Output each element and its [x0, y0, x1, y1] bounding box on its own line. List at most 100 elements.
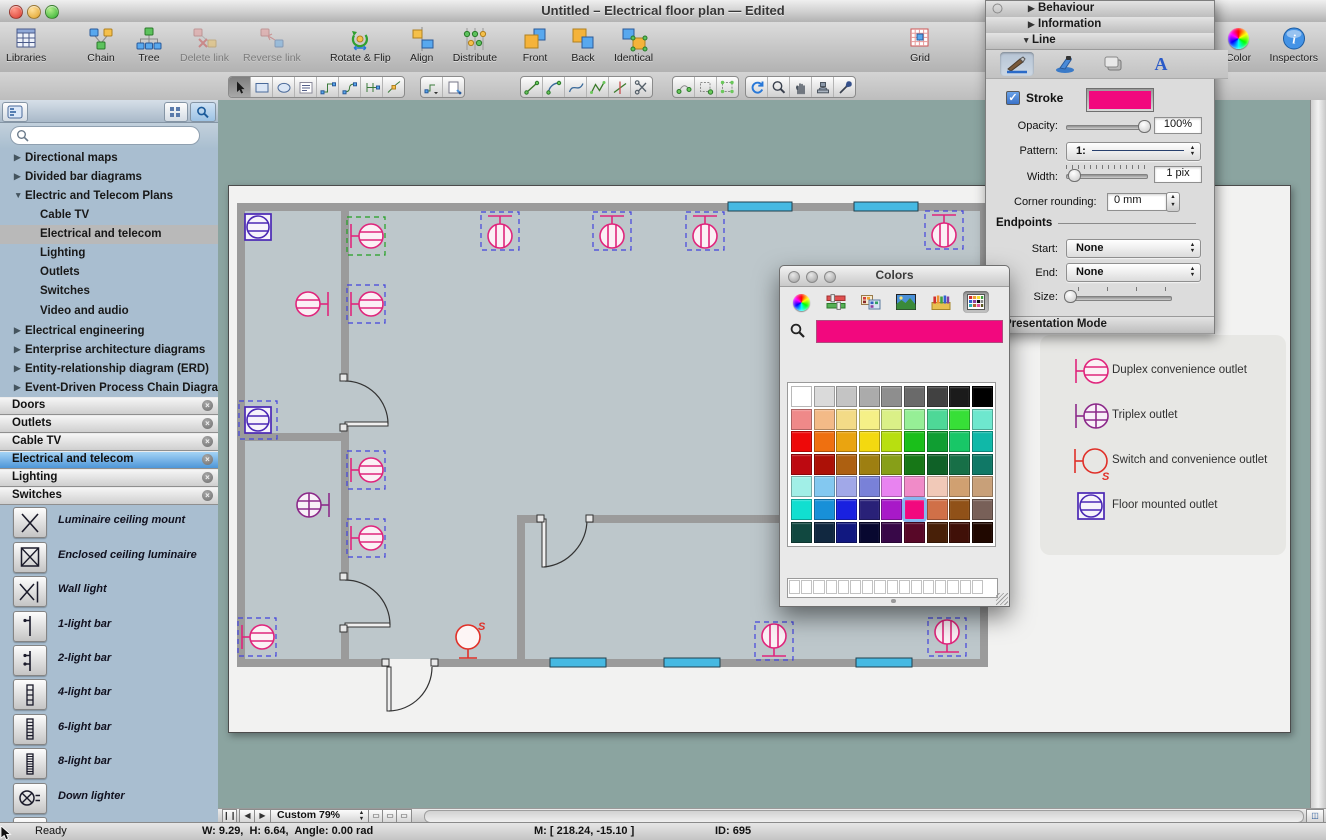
color-swatch[interactable]	[972, 499, 993, 520]
stencil-2-light-bar[interactable]	[13, 645, 47, 676]
drawer-handle[interactable]	[891, 599, 896, 603]
width-slider-thumb[interactable]	[1068, 169, 1081, 182]
stencil-8-light-bar[interactable]	[13, 748, 47, 779]
fill-bucket-icon[interactable]	[1048, 52, 1082, 76]
back-button[interactable]: Back	[566, 25, 600, 64]
color-swatch[interactable]	[972, 386, 993, 407]
pointer-tool[interactable]	[229, 77, 251, 97]
opacity-slider-track[interactable]	[1066, 125, 1148, 130]
grid-button[interactable]: Grid	[903, 25, 937, 64]
connector-menu-tool[interactable]	[421, 77, 443, 97]
start-endpoint-dropdown[interactable]: None▲▼	[1066, 239, 1201, 258]
scissors-tool[interactable]	[631, 77, 652, 97]
color-swatch[interactable]	[949, 431, 970, 452]
color-swatch[interactable]	[949, 386, 970, 407]
recent-color-swatch[interactable]	[947, 580, 958, 594]
next-page-button[interactable]: ▶	[254, 809, 271, 823]
search-view-icon[interactable]	[190, 102, 216, 122]
color-swatch[interactable]	[814, 499, 835, 520]
color-swatch[interactable]	[791, 476, 812, 497]
end-endpoint-dropdown[interactable]: None▲▼	[1066, 263, 1201, 282]
vertical-scrollbar[interactable]	[1310, 100, 1326, 808]
color-swatch[interactable]	[814, 454, 835, 475]
color-swatch[interactable]	[904, 409, 925, 430]
stencil-1-light-bar[interactable]	[13, 611, 47, 642]
tree-view-icon[interactable]	[2, 102, 28, 122]
text-format-icon[interactable]: A	[1144, 52, 1178, 76]
recent-color-swatch[interactable]	[923, 580, 934, 594]
close-library-icon[interactable]: ×	[202, 418, 213, 429]
opacity-slider-thumb[interactable]	[1138, 120, 1151, 133]
sidebar-item-event-driven-process-chain-diagrams[interactable]: ▶Event-Driven Process Chain Diagrams	[0, 378, 218, 397]
sidebar-item-electric-and-telecom-plans[interactable]: ▼Electric and Telecom Plans	[0, 186, 218, 205]
crayons-icon[interactable]	[928, 291, 954, 313]
expand-arrow-icon[interactable]: ▼	[14, 186, 25, 205]
elbow-connector-tool[interactable]	[339, 77, 361, 97]
library-bar-switches[interactable]: Switches×	[0, 487, 218, 505]
tree-connector-tool[interactable]	[361, 77, 383, 97]
recent-color-swatch[interactable]	[789, 580, 800, 594]
library-bar-outlets[interactable]: Outlets×	[0, 415, 218, 433]
pan-tool[interactable]	[790, 77, 812, 97]
color-swatch[interactable]	[927, 409, 948, 430]
eyedropper-tool[interactable]	[834, 77, 855, 97]
collapse-arrow-icon[interactable]: ▶	[14, 321, 25, 340]
color-swatch[interactable]	[836, 409, 857, 430]
color-swatch[interactable]	[927, 431, 948, 452]
chain-button[interactable]: Chain	[84, 25, 118, 64]
grid-view-icon[interactable]	[164, 102, 188, 122]
color-swatch[interactable]	[859, 386, 880, 407]
opacity-value[interactable]: 100%	[1154, 117, 1202, 134]
sidebar-item-electrical-engineering[interactable]: ▶Electrical engineering	[0, 321, 218, 340]
color-swatch[interactable]	[904, 454, 925, 475]
stencil-luminaire-ceiling-mount[interactable]	[13, 507, 47, 538]
close-library-icon[interactable]: ×	[202, 490, 213, 501]
color-swatch[interactable]	[791, 431, 812, 452]
color-swatch[interactable]	[814, 476, 835, 497]
sidebar-item-enterprise-architecture-diagrams[interactable]: ▶Enterprise architecture diagrams	[0, 340, 218, 359]
edit-group-tool[interactable]	[695, 77, 717, 97]
align-button[interactable]: Align	[405, 25, 439, 64]
stencil-wall-light[interactable]	[13, 576, 47, 607]
color-swatch[interactable]	[814, 386, 835, 407]
close-library-icon[interactable]: ×	[202, 400, 213, 411]
sidebar-item-directional-maps[interactable]: ▶Directional maps	[0, 148, 218, 167]
close-library-icon[interactable]: ×	[202, 472, 213, 483]
color-swatch[interactable]	[881, 476, 902, 497]
behaviour-section-header[interactable]: ▶Behaviour	[986, 1, 1214, 18]
stroke-checkbox[interactable]: ✓	[1006, 91, 1020, 105]
information-section-header[interactable]: ▶Information	[986, 17, 1214, 34]
recent-color-swatch[interactable]	[935, 580, 946, 594]
pattern-dropdown[interactable]: 1:▲▼	[1066, 142, 1201, 161]
sidebar-item-cable-tv[interactable]: Cable TV	[0, 206, 218, 225]
color-swatch[interactable]	[859, 431, 880, 452]
color-swatch[interactable]	[836, 499, 857, 520]
color-swatch[interactable]	[859, 499, 880, 520]
color-swatch[interactable]	[859, 409, 880, 430]
recent-color-swatch[interactable]	[801, 580, 812, 594]
color-swatch[interactable]	[927, 522, 948, 543]
color-swatch[interactable]	[791, 522, 812, 543]
color-swatch[interactable]	[927, 454, 948, 475]
size-slider-track[interactable]	[1066, 296, 1172, 301]
bezier-tool[interactable]	[565, 77, 587, 97]
color-swatch[interactable]	[949, 409, 970, 430]
color-swatch[interactable]	[859, 454, 880, 475]
stroke-color-well[interactable]	[1086, 88, 1154, 112]
color-swatch[interactable]	[836, 522, 857, 543]
resize-grip[interactable]	[996, 593, 1008, 605]
color-swatch[interactable]	[927, 476, 948, 497]
color-swatch[interactable]	[972, 431, 993, 452]
zoom-tool[interactable]	[768, 77, 790, 97]
distribute-button[interactable]: Distribute	[453, 25, 497, 64]
color-swatch[interactable]	[881, 409, 902, 430]
chain-connector-tool[interactable]	[383, 77, 404, 97]
convert-group-tool[interactable]	[717, 77, 738, 97]
color-swatch[interactable]	[881, 386, 902, 407]
image-palette-icon[interactable]	[893, 291, 919, 313]
color-swatch[interactable]	[972, 476, 993, 497]
libraries-button[interactable]: Libraries	[6, 25, 46, 64]
collapse-arrow-icon[interactable]: ▶	[14, 378, 25, 397]
color-swatch[interactable]	[836, 454, 857, 475]
pause-updates-button[interactable]: ❙❙	[222, 809, 237, 823]
